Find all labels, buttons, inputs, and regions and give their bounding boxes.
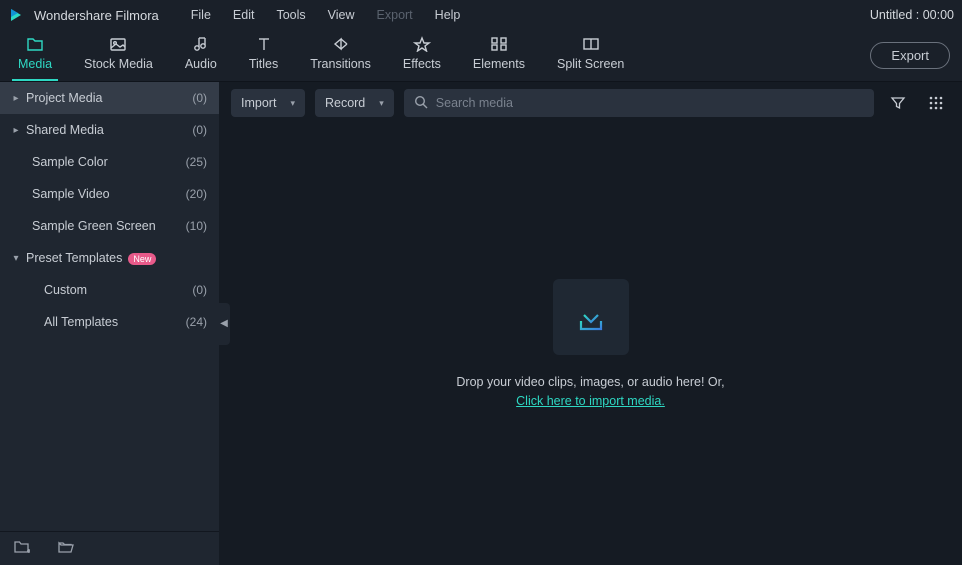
drop-text-line1: Drop your video clips, images, or audio … — [456, 373, 724, 392]
sidebar-list: ▸Project Media(0)▸Shared Media(0)▸Sample… — [0, 82, 219, 531]
sidebar-item-label: Sample Video — [32, 187, 186, 201]
tab-label: Audio — [185, 57, 217, 71]
sidebar-item-count: (10) — [186, 219, 207, 233]
toolbar: Media Stock Media Audio Titles Transitions Ef… — [0, 30, 962, 82]
sidebar-item-sample-green-screen[interactable]: ▸Sample Green Screen(10) — [0, 210, 219, 242]
content: ◀ Import ▾ Record ▾ — [219, 82, 962, 565]
sidebar-item-label: Preset TemplatesNew — [26, 251, 207, 265]
app-title: Wondershare Filmora — [34, 8, 159, 23]
import-label: Import — [241, 96, 276, 110]
export-button[interactable]: Export — [870, 42, 950, 69]
menu-item-export: Export — [367, 4, 423, 26]
menu-item-help[interactable]: Help — [425, 4, 471, 26]
stock-media-icon — [109, 36, 127, 52]
sidebar-item-shared-media[interactable]: ▸Shared Media(0) — [0, 114, 219, 146]
sidebar-item-count: (0) — [192, 283, 207, 297]
search-wrap — [404, 89, 874, 117]
sidebar-item-label: All Templates — [44, 315, 186, 329]
app-logo-icon — [8, 7, 24, 23]
tab-elements[interactable]: Elements — [467, 36, 531, 81]
toolbar-tabs: Media Stock Media Audio Titles Transitions Ef… — [12, 30, 630, 81]
new-badge: New — [128, 253, 156, 265]
filter-button[interactable] — [884, 89, 912, 117]
menu-item-tools[interactable]: Tools — [266, 4, 315, 26]
collapse-handle[interactable]: ◀ — [218, 303, 230, 345]
import-dropdown[interactable]: Import ▾ — [231, 89, 305, 117]
chevron-down-icon: ▾ — [379, 98, 384, 109]
sidebar-item-label: Shared Media — [26, 123, 192, 137]
sidebar-item-count: (25) — [186, 155, 207, 169]
audio-icon — [192, 36, 210, 52]
sidebar-item-preset-templates[interactable]: ▾Preset TemplatesNew — [0, 242, 219, 274]
sidebar-item-sample-video[interactable]: ▸Sample Video(20) — [0, 178, 219, 210]
tab-label: Elements — [473, 57, 525, 71]
split-screen-icon — [582, 36, 600, 52]
search-input[interactable] — [436, 96, 864, 110]
record-dropdown[interactable]: Record ▾ — [315, 89, 394, 117]
sidebar-item-label: Sample Color — [32, 155, 186, 169]
sidebar-item-count: (24) — [186, 315, 207, 329]
sidebar: ▸Project Media(0)▸Shared Media(0)▸Sample… — [0, 82, 219, 565]
new-folder-icon[interactable] — [14, 540, 30, 557]
search-icon — [414, 95, 428, 112]
tab-audio[interactable]: Audio — [179, 36, 223, 81]
tab-effects[interactable]: Effects — [397, 36, 447, 81]
tab-split-screen[interactable]: Split Screen — [551, 36, 630, 81]
sidebar-item-project-media[interactable]: ▸Project Media(0) — [0, 82, 219, 114]
tab-media[interactable]: Media — [12, 36, 58, 81]
tab-titles[interactable]: Titles — [243, 36, 284, 81]
document-title: Untitled : 00:00 — [870, 8, 954, 22]
sidebar-item-label: Sample Green Screen — [32, 219, 186, 233]
menubar-left: Wondershare Filmora FileEditToolsViewExp… — [8, 4, 470, 26]
titles-icon — [255, 36, 273, 52]
sidebar-item-count: (20) — [186, 187, 207, 201]
sidebar-item-custom[interactable]: ▸Custom(0) — [0, 274, 219, 306]
open-folder-icon[interactable] — [58, 540, 74, 557]
content-toolbar: Import ▾ Record ▾ — [219, 82, 962, 124]
sidebar-item-sample-color[interactable]: ▸Sample Color(25) — [0, 146, 219, 178]
transitions-icon — [332, 36, 350, 52]
main: ▸Project Media(0)▸Shared Media(0)▸Sample… — [0, 82, 962, 565]
grid-view-button[interactable] — [922, 89, 950, 117]
menu-item-file[interactable]: File — [181, 4, 221, 26]
tab-label: Split Screen — [557, 57, 624, 71]
tab-label: Transitions — [310, 57, 371, 71]
sidebar-item-label: Custom — [44, 283, 192, 297]
elements-icon — [490, 36, 508, 52]
import-media-link[interactable]: Click here to import media. — [516, 394, 665, 408]
sidebar-item-label: Project Media — [26, 91, 192, 105]
chevron-down-icon: ▾ — [290, 98, 295, 109]
chevron-left-icon: ◀ — [220, 318, 228, 329]
media-icon — [26, 36, 44, 52]
drop-text: Drop your video clips, images, or audio … — [456, 373, 724, 411]
download-icon — [571, 297, 611, 337]
sidebar-item-all-templates[interactable]: ▸All Templates(24) — [0, 306, 219, 338]
tab-transitions[interactable]: Transitions — [304, 36, 377, 81]
tab-label: Effects — [403, 57, 441, 71]
menu-item-view[interactable]: View — [318, 4, 365, 26]
chevron-right-icon: ▸ — [6, 125, 26, 136]
tab-stock-media[interactable]: Stock Media — [78, 36, 159, 81]
record-label: Record — [325, 96, 365, 110]
tab-label: Stock Media — [84, 57, 153, 71]
sidebar-item-count: (0) — [192, 123, 207, 137]
chevron-right-icon: ▸ — [6, 93, 26, 104]
menubar: Wondershare Filmora FileEditToolsViewExp… — [0, 0, 962, 30]
menu-items: FileEditToolsViewExportHelp — [181, 4, 471, 26]
drop-area[interactable]: Drop your video clips, images, or audio … — [219, 124, 962, 565]
chevron-down-icon: ▾ — [6, 253, 26, 264]
sidebar-bottom — [0, 531, 219, 565]
drop-box — [553, 279, 629, 355]
sidebar-item-count: (0) — [192, 91, 207, 105]
effects-icon — [413, 36, 431, 52]
tab-label: Media — [18, 57, 52, 71]
tab-label: Titles — [249, 57, 278, 71]
menu-item-edit[interactable]: Edit — [223, 4, 265, 26]
